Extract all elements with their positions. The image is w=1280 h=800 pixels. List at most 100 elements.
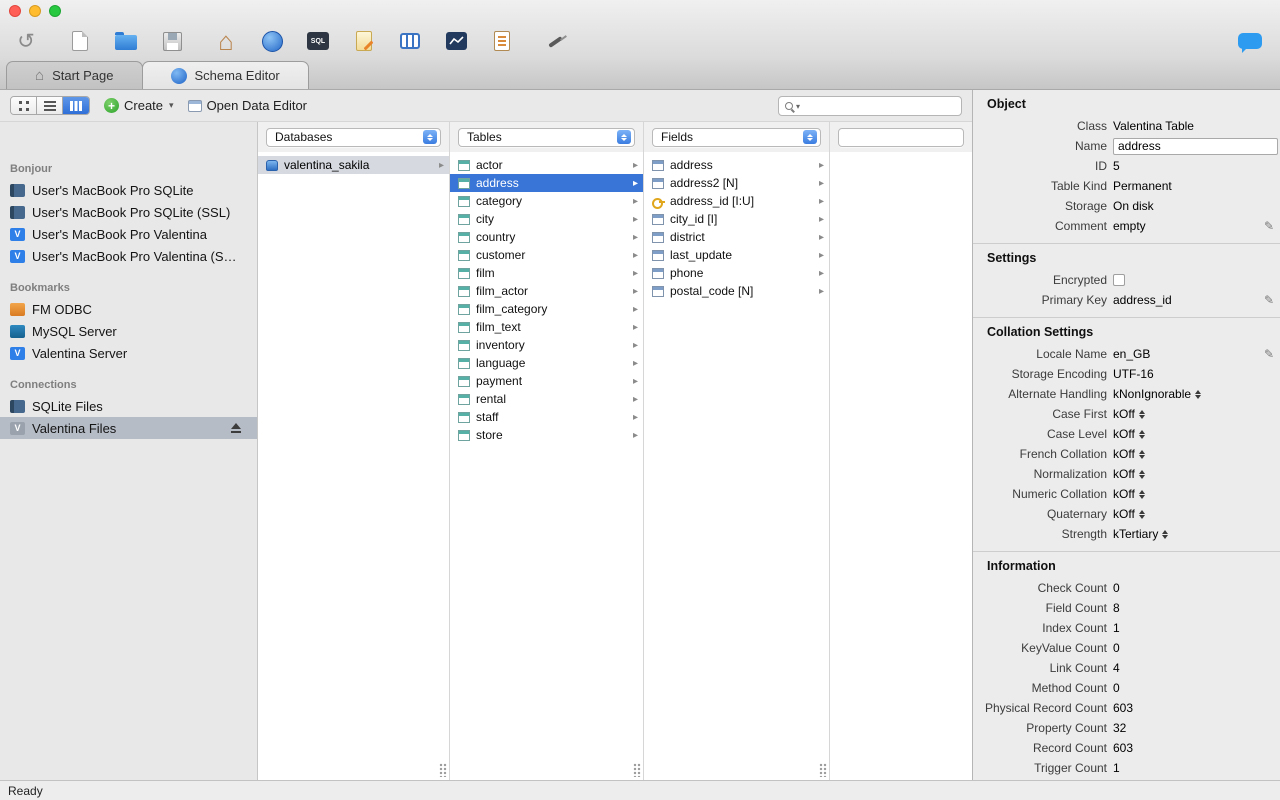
table-row[interactable]: address ▸ (450, 174, 643, 192)
undo-button[interactable]: ↺ (10, 25, 42, 57)
feedback-button[interactable] (1238, 25, 1270, 57)
property-row[interactable]: Encrypted ✎ (973, 270, 1280, 290)
field-row[interactable]: address_id [I:U] ▸ (644, 192, 829, 210)
table-row[interactable]: category ▸ (450, 192, 643, 210)
popup-stepper-icon[interactable] (1138, 507, 1145, 522)
edit-pencil-icon[interactable]: ✎ (1264, 219, 1274, 233)
popup-stepper-icon[interactable] (1138, 427, 1145, 442)
encrypted-checkbox[interactable] (1113, 274, 1125, 286)
table-row[interactable]: language ▸ (450, 354, 643, 372)
tree-view-button[interactable] (11, 97, 37, 114)
fields-filter-popup[interactable]: Fields (652, 127, 821, 147)
property-row[interactable]: Case Level kOff ✎ (973, 424, 1280, 444)
close-window-button[interactable] (9, 5, 21, 17)
table-row[interactable]: actor ▸ (450, 156, 643, 174)
property-row[interactable]: Locale Name en_GB ✎ (973, 344, 1280, 364)
property-row[interactable]: Class Valentina Table ✎ (973, 116, 1280, 136)
field-row[interactable]: last_update ▸ (644, 246, 829, 264)
table-row[interactable]: rental ▸ (450, 390, 643, 408)
table-row[interactable]: film ▸ (450, 264, 643, 282)
list-view-button[interactable] (37, 97, 63, 114)
eject-icon[interactable] (230, 423, 241, 433)
property-row[interactable]: Strength kTertiary ✎ (973, 524, 1280, 544)
property-row[interactable]: Primary Key address_id ✎ (973, 290, 1280, 310)
property-row[interactable]: Comment empty ✎ (973, 216, 1280, 236)
property-row[interactable]: Quaternary kOff ✎ (973, 504, 1280, 524)
resize-grip[interactable] (819, 763, 827, 777)
filter-popup-empty[interactable] (838, 127, 964, 147)
tables-filter-popup[interactable]: Tables (458, 127, 635, 147)
data-editor-button[interactable] (394, 25, 426, 57)
databases-filter-popup[interactable]: Databases (266, 127, 441, 147)
sql-editor-button[interactable]: SQL (302, 25, 334, 57)
property-row[interactable]: Table Kind Permanent ✎ (973, 176, 1280, 196)
open-data-editor-button[interactable]: Open Data Editor (187, 98, 307, 113)
table-row[interactable]: film_actor ▸ (450, 282, 643, 300)
table-row[interactable]: inventory ▸ (450, 336, 643, 354)
sidebar-item[interactable]: User's MacBook Pro SQLite (0, 179, 257, 201)
field-row[interactable]: address ▸ (644, 156, 829, 174)
connect-button[interactable] (540, 25, 572, 57)
sidebar-item[interactable]: FM ODBC (0, 298, 257, 320)
minimize-window-button[interactable] (29, 5, 41, 17)
open-button[interactable] (110, 25, 142, 57)
popup-stepper-icon[interactable] (1138, 407, 1145, 422)
search-menu-caret-icon[interactable]: ▾ (796, 102, 800, 111)
table-row[interactable]: country ▸ (450, 228, 643, 246)
popup-stepper-icon[interactable] (1162, 527, 1169, 542)
popup-stepper-icon[interactable] (1138, 447, 1145, 462)
field-row[interactable]: city_id [I] ▸ (644, 210, 829, 228)
popup-stepper-icon[interactable] (1138, 487, 1145, 502)
tab-start-page[interactable]: ⌂ Start Page (6, 61, 143, 89)
property-row[interactable]: Case First kOff ✎ (973, 404, 1280, 424)
name-input[interactable] (1113, 137, 1278, 155)
sidebar-item[interactable]: MySQL Server (0, 320, 257, 342)
field-row[interactable]: postal_code [N] ▸ (644, 282, 829, 300)
sidebar-item[interactable]: User's MacBook Pro SQLite (SSL) (0, 201, 257, 223)
database-row[interactable]: valentina_sakila ▸ (258, 156, 449, 174)
sidebar-item[interactable]: Valentina Server (0, 342, 257, 364)
table-row[interactable]: store ▸ (450, 426, 643, 444)
table-row[interactable]: film_text ▸ (450, 318, 643, 336)
property-row[interactable]: Numeric Collation kOff ✎ (973, 484, 1280, 504)
resize-grip[interactable] (439, 763, 447, 777)
property-row[interactable]: French Collation kOff ✎ (973, 444, 1280, 464)
save-button[interactable] (156, 25, 188, 57)
table-row[interactable]: payment ▸ (450, 372, 643, 390)
search-field[interactable]: ▾ (778, 95, 962, 116)
titlebar[interactable] (0, 0, 1280, 22)
property-row[interactable]: Storage On disk ✎ (973, 196, 1280, 216)
zoom-window-button[interactable] (49, 5, 61, 17)
property-row[interactable]: Alternate Handling kNonIgnorable ✎ (973, 384, 1280, 404)
property-row[interactable]: Name address ✎ (973, 136, 1280, 156)
tab-schema-editor[interactable]: Schema Editor (141, 61, 309, 89)
new-document-button[interactable] (64, 25, 96, 57)
valentina-button[interactable] (256, 25, 288, 57)
table-row[interactable]: customer ▸ (450, 246, 643, 264)
edit-pencil-icon[interactable]: ✎ (1264, 293, 1274, 307)
table-row[interactable]: film_category ▸ (450, 300, 643, 318)
start-page-button[interactable]: ⌂ (210, 25, 242, 57)
property-row[interactable]: Normalization kOff ✎ (973, 464, 1280, 484)
field-row[interactable]: phone ▸ (644, 264, 829, 282)
report-button[interactable] (486, 25, 518, 57)
popup-stepper-icon[interactable] (1195, 387, 1202, 402)
column-view-button[interactable] (63, 97, 89, 114)
field-row[interactable]: address2 [N] ▸ (644, 174, 829, 192)
table-row[interactable]: city ▸ (450, 210, 643, 228)
field-row[interactable]: district ▸ (644, 228, 829, 246)
diagram-button[interactable] (440, 25, 472, 57)
sidebar-item[interactable]: User's MacBook Pro Valentina (0, 223, 257, 245)
resize-grip[interactable] (633, 763, 641, 777)
create-button[interactable]: + Create ▾ (104, 98, 174, 113)
sidebar-item[interactable]: SQLite Files (0, 395, 257, 417)
sidebar-item[interactable]: Valentina Files (0, 417, 257, 439)
search-input[interactable] (804, 98, 960, 113)
edit-pencil-icon[interactable]: ✎ (1264, 347, 1274, 361)
property-row[interactable]: Storage Encoding UTF-16 ✎ (973, 364, 1280, 384)
table-row[interactable]: staff ▸ (450, 408, 643, 426)
popup-stepper-icon[interactable] (1138, 467, 1145, 482)
sidebar-item[interactable]: User's MacBook Pro Valentina (S… (0, 245, 257, 267)
schema-editor-button[interactable] (348, 25, 380, 57)
property-row[interactable]: ID 5 ✎ (973, 156, 1280, 176)
